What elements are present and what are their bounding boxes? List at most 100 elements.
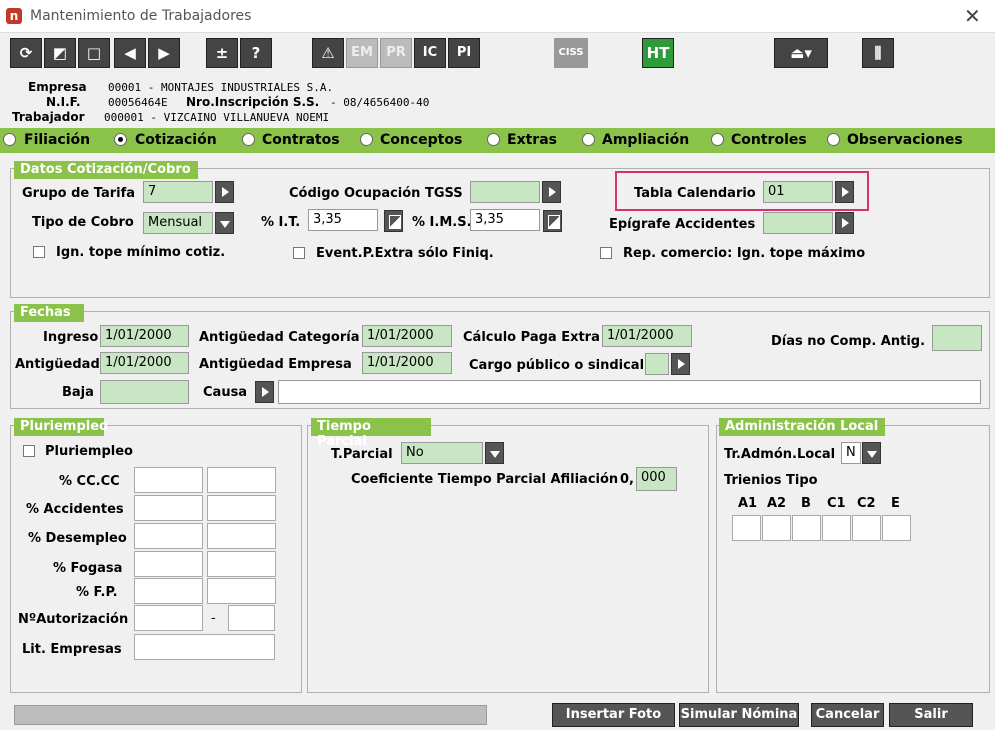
title-bar: n Mantenimiento de Trabajadores ✕ — [0, 0, 995, 33]
trienio-c2-field[interactable] — [852, 515, 881, 541]
tabla-arrow-icon[interactable] — [835, 181, 854, 203]
accidentes-label: % Accidentes — [26, 502, 124, 517]
nif-label: N.I.F. — [46, 95, 81, 109]
tr-admon-field[interactable]: N — [841, 442, 861, 464]
tab-ampliacion[interactable]: Ampliación — [602, 132, 689, 148]
codigo-field[interactable] — [470, 181, 540, 203]
trienio-a1-field[interactable] — [732, 515, 761, 541]
ims-field[interactable]: 3,35 — [470, 209, 540, 231]
grupo-arrow-icon[interactable] — [215, 181, 234, 203]
tab-cotizacion[interactable]: Cotización — [135, 132, 217, 148]
ims-edit-icon[interactable] — [543, 210, 562, 232]
cc-label: % CC.CC — [59, 474, 120, 489]
epigrafe-field[interactable] — [763, 212, 833, 234]
tab-ampliacion-radio[interactable] — [582, 133, 595, 146]
tipo-field[interactable]: Mensual — [143, 212, 213, 234]
cargo-arrow-icon[interactable] — [671, 353, 690, 375]
fogasa-field-2[interactable] — [207, 551, 276, 577]
tab-filiacion[interactable]: Filiación — [24, 132, 90, 148]
next-icon[interactable]: ▶ — [148, 38, 180, 68]
fogasa-field-1[interactable] — [134, 551, 203, 577]
tab-filiacion-radio[interactable] — [3, 133, 16, 146]
trabajador-value: 000001 - VIZCAINO VILLANUEVA NOEMI — [104, 111, 330, 124]
accidentes-field-2[interactable] — [207, 495, 276, 521]
trienio-a2-field[interactable] — [762, 515, 791, 541]
tabla-field[interactable]: 01 — [763, 181, 833, 203]
cc-field-2[interactable] — [207, 467, 276, 493]
tab-cotizacion-radio[interactable] — [114, 133, 127, 146]
event-extra-checkbox[interactable] — [293, 247, 305, 259]
trienio-e-field[interactable] — [882, 515, 911, 541]
ciss-button[interactable]: CISS — [554, 38, 588, 68]
prev-icon[interactable]: ◀ — [114, 38, 146, 68]
tipo-dropdown-icon[interactable] — [215, 212, 234, 234]
baja-field[interactable] — [100, 380, 189, 404]
desempleo-field-2[interactable] — [207, 523, 276, 549]
new-icon[interactable]: □ — [78, 38, 110, 68]
autorizacion-field-2[interactable] — [228, 605, 275, 631]
tab-contratos[interactable]: Contratos — [262, 132, 340, 148]
em-button[interactable]: EM — [346, 38, 378, 68]
causa-arrow-icon[interactable] — [255, 381, 274, 403]
tab-controles-radio[interactable] — [711, 133, 724, 146]
autorizacion-label: NºAutorización — [18, 612, 129, 627]
dias-field[interactable] — [932, 325, 982, 351]
trienio-c1-field[interactable] — [822, 515, 851, 541]
tab-extras-radio[interactable] — [487, 133, 500, 146]
tab-observaciones-radio[interactable] — [827, 133, 840, 146]
desempleo-field-1[interactable] — [134, 523, 203, 549]
alert-icon[interactable]: ⚠ — [312, 38, 344, 68]
ign-tope-minimo-checkbox[interactable] — [33, 246, 45, 258]
tr-admon-dropdown-icon[interactable] — [862, 442, 881, 464]
nro-value: - 08/4656400-40 — [330, 96, 430, 109]
epigrafe-arrow-icon[interactable] — [835, 212, 854, 234]
help-icon[interactable]: ? — [240, 38, 272, 68]
coef-field[interactable]: 000 — [636, 467, 677, 491]
ic-button[interactable]: IC — [414, 38, 446, 68]
pr-button[interactable]: PR — [380, 38, 412, 68]
tab-controles[interactable]: Controles — [731, 132, 807, 148]
causa-field[interactable] — [278, 380, 981, 404]
trienio-b-field[interactable] — [792, 515, 821, 541]
rep-comercio-checkbox[interactable] — [600, 247, 612, 259]
lit-empresas-field[interactable] — [134, 634, 275, 660]
tab-conceptos-radio[interactable] — [360, 133, 373, 146]
fp-field-2[interactable] — [207, 578, 276, 604]
tab-conceptos[interactable]: Conceptos — [380, 132, 462, 148]
fp-field-1[interactable] — [134, 578, 203, 604]
accidentes-field-1[interactable] — [134, 495, 203, 521]
antemp-field[interactable]: 1/01/2000 — [362, 352, 452, 374]
sliders-icon[interactable]: ⫼ — [862, 38, 894, 68]
cargo-field[interactable] — [645, 353, 669, 375]
tab-contratos-radio[interactable] — [242, 133, 255, 146]
edit-icon[interactable]: ◩ — [44, 38, 76, 68]
trienio-a1-label: A1 — [738, 496, 758, 511]
eject-icon[interactable]: ⏏▾ — [774, 38, 828, 68]
calc-paga-field[interactable]: 1/01/2000 — [602, 325, 692, 347]
tab-observaciones[interactable]: Observaciones — [847, 132, 963, 148]
autorizacion-field-1[interactable] — [134, 605, 203, 631]
cancelar-button[interactable]: Cancelar — [811, 703, 884, 727]
insertar-foto-button[interactable]: Insertar Foto — [552, 703, 675, 727]
status-bar — [14, 705, 487, 725]
salir-button[interactable]: Salir — [889, 703, 973, 727]
tab-extras[interactable]: Extras — [507, 132, 557, 148]
refresh-icon[interactable]: ⟳ — [10, 38, 42, 68]
ht-button[interactable]: HT — [642, 38, 674, 68]
pi-button[interactable]: PI — [448, 38, 480, 68]
cc-field-1[interactable] — [134, 467, 203, 493]
tparcial-field[interactable]: No — [401, 442, 483, 464]
antcat-field[interactable]: 1/01/2000 — [362, 325, 452, 347]
pluri-checkbox[interactable] — [23, 445, 35, 457]
it-field[interactable]: 3,35 — [308, 209, 378, 231]
grupo-field[interactable]: 7 — [143, 181, 213, 203]
antiguedad-field[interactable]: 1/01/2000 — [100, 352, 189, 374]
close-icon[interactable]: ✕ — [964, 4, 981, 28]
codigo-arrow-icon[interactable] — [542, 181, 561, 203]
tparcial-dropdown-icon[interactable] — [485, 442, 504, 464]
it-edit-icon[interactable] — [384, 210, 403, 232]
plusminus-icon[interactable]: ± — [206, 38, 238, 68]
epigrafe-label: Epígrafe Accidentes — [609, 217, 756, 232]
simular-nomina-button[interactable]: Simular Nómina — [679, 703, 799, 727]
ingreso-field[interactable]: 1/01/2000 — [100, 325, 189, 347]
